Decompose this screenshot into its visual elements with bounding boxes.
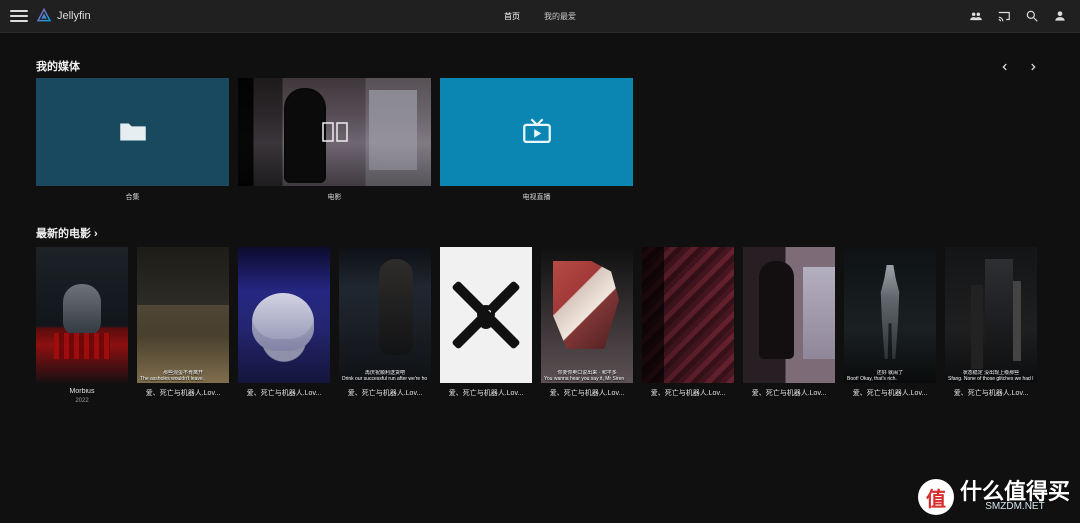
movie-card[interactable]: 那些混蛋不肯离开 The assholes wouldn't leave. 爱、… [137, 247, 229, 404]
tab-home[interactable]: 首页 [504, 5, 520, 28]
watermark-logo-icon: 值 [917, 479, 954, 515]
my-media-carousel-controls [998, 60, 1040, 74]
subtitle-english: You wanna hear you say it, Mr Siren [544, 376, 625, 382]
carousel-next-button[interactable] [1026, 60, 1040, 74]
brand[interactable]: Jellyfin [36, 8, 91, 24]
movie-card[interactable]: 还好 就闹了 Boot! Okay, that's rich. 爱、死亡与机器人… [844, 247, 936, 404]
movie-title: 爱、死亡与机器人.Lov... [448, 390, 524, 397]
movie-poster[interactable]: 再庆祝顺利送货吧 Drink our successful run after … [339, 247, 431, 383]
folder-icon [119, 123, 146, 141]
movie-year: 2022 [75, 398, 89, 404]
library-card-movies[interactable]: 电影 [238, 78, 431, 202]
chevron-right-icon [1031, 63, 1036, 71]
subtitle-english: Boot! Okay, that's rich. [847, 376, 897, 382]
film-icon [321, 122, 348, 142]
menu-button[interactable] [10, 7, 28, 25]
users-button[interactable] [968, 8, 984, 24]
left-toolbar: Jellyfin [10, 7, 91, 25]
movie-title: 爱、死亡与机器人.Lov... [246, 390, 322, 397]
top-bar: Jellyfin 首页 我的最爱 [0, 0, 1080, 33]
tv-icon [522, 118, 551, 144]
library-label-movies: 电影 [327, 194, 342, 201]
my-media-title: 我的媒体 [36, 61, 80, 73]
brand-name: Jellyfin [57, 10, 91, 22]
cast-button[interactable] [996, 8, 1012, 24]
movie-title: 爱、死亡与机器人.Lov... [852, 390, 928, 397]
movie-card[interactable]: Morbius 2022 [36, 247, 128, 404]
library-tile-movies[interactable] [238, 78, 431, 186]
library-label-live-tv: 电视直播 [522, 194, 551, 201]
search-icon [1026, 10, 1038, 22]
subtitle-english: Drink our successful run after we're ho [342, 376, 428, 382]
movie-title: 爱、死亡与机器人.Lov... [549, 390, 625, 397]
account-button[interactable] [1052, 8, 1068, 24]
movie-card[interactable]: 爱、死亡与机器人.Lov... [238, 247, 330, 404]
main-navigation: 首页 我的最爱 [0, 0, 1080, 33]
movie-title: 爱、死亡与机器人.Lov... [347, 390, 423, 397]
movie-card[interactable]: 爱、死亡与机器人.Lov... [440, 247, 532, 404]
user-icon [1055, 11, 1065, 21]
movie-poster[interactable] [440, 247, 532, 383]
watermark: 值 什么值得买 SMZDM.NET [917, 479, 1070, 515]
my-media-row: 合集 电影 电视直播 [36, 78, 633, 202]
movie-poster[interactable]: 状态稳定 没出现上级那些 Sfang. None of those glitch… [945, 247, 1037, 383]
latest-movies-row: Morbius 2022 那些混蛋不肯离开 The assholes would… [36, 247, 1037, 404]
carousel-prev-button[interactable] [998, 60, 1012, 74]
library-tile-collections[interactable] [36, 78, 229, 186]
subtitle-english: Sfang. None of those glitches we had l [948, 376, 1034, 382]
subtitle-english: The assholes wouldn't leave. [140, 376, 205, 382]
movie-title: Morbius [69, 388, 95, 395]
tab-favorites[interactable]: 我的最爱 [544, 5, 576, 28]
movie-card[interactable]: 爱、死亡与机器人.Lov... [743, 247, 835, 404]
search-button[interactable] [1024, 8, 1040, 24]
movie-poster[interactable] [743, 247, 835, 383]
right-toolbar [968, 8, 1068, 24]
jellyfin-logo-icon [36, 8, 52, 22]
movie-poster[interactable]: 你要你卖口说出来 · 和平多 You wanna hear you say it… [541, 247, 633, 383]
movie-card[interactable]: 爱、死亡与机器人.Lov... [642, 247, 734, 404]
users-icon [970, 12, 982, 21]
menu-line [10, 20, 28, 22]
library-card-collections[interactable]: 合集 [36, 78, 229, 202]
movie-poster[interactable]: 还好 就闹了 Boot! Okay, that's rich. [844, 247, 936, 383]
movie-title: 爱、死亡与机器人.Lov... [751, 390, 827, 397]
skull-icon [477, 305, 495, 323]
movie-poster[interactable] [238, 247, 330, 383]
cast-icon [998, 11, 1010, 22]
movie-title: 爱、死亡与机器人.Lov... [650, 390, 726, 397]
chevron-left-icon [1002, 63, 1007, 71]
movie-poster[interactable] [36, 247, 128, 383]
movie-poster[interactable] [642, 247, 734, 383]
movie-title: 爱、死亡与机器人.Lov... [953, 390, 1029, 397]
movie-card[interactable]: 状态稳定 没出现上级那些 Sfang. None of those glitch… [945, 247, 1037, 404]
library-label-collections: 合集 [125, 194, 140, 201]
latest-movies-title[interactable]: 最新的电影 › [36, 225, 98, 241]
movie-card[interactable]: 再庆祝顺利送货吧 Drink our successful run after … [339, 247, 431, 404]
movie-poster[interactable]: 那些混蛋不肯离开 The assholes wouldn't leave. [137, 247, 229, 383]
menu-line [10, 15, 28, 17]
library-card-live-tv[interactable]: 电视直播 [440, 78, 633, 202]
menu-line [10, 10, 28, 12]
library-tile-live-tv[interactable] [440, 78, 633, 186]
movie-card[interactable]: 你要你卖口说出来 · 和平多 You wanna hear you say it… [541, 247, 633, 404]
movie-title: 爱、死亡与机器人.Lov... [145, 390, 221, 397]
